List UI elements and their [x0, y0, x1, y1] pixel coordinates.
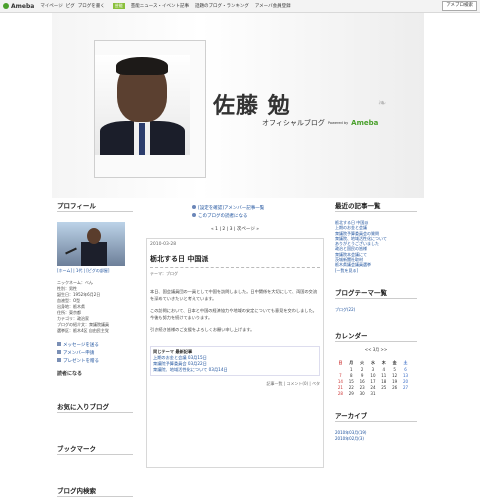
- theme-list: ブログ(22): [335, 307, 417, 312]
- view-all-link[interactable]: [一覧を見る]: [335, 268, 417, 273]
- category-badge[interactable]: 芸能: [112, 3, 125, 9]
- profile-buttons: メッセージを送る アメンバー申請 プレゼントを贈る: [57, 342, 133, 366]
- blog-search-button[interactable]: アメブロ検索: [442, 1, 477, 11]
- theme-link[interactable]: ブログ(22): [335, 307, 417, 312]
- post-title[interactable]: 栃北する日 中国派: [150, 254, 320, 268]
- calendar-day[interactable]: 29: [346, 390, 357, 396]
- theme-list-heading: ブログテーマ一覧: [335, 287, 417, 299]
- amember-list-link[interactable]: [設定を確認]アメンバー記事一覧: [192, 205, 324, 213]
- weekday: 水: [370, 359, 375, 365]
- calendar-month-nav[interactable]: << 3月 >>: [335, 347, 417, 353]
- portrait-photo: [95, 55, 190, 155]
- calendar-weekday-row: 日 月 火 水 木 金 土: [335, 359, 411, 366]
- archive-heading: アーカイブ: [335, 410, 417, 423]
- calendar-day[interactable]: 30: [357, 390, 368, 396]
- archive-list: 2010年03月(19) 2010年02月(3): [335, 430, 417, 441]
- calendar-day[interactable]: [378, 390, 389, 396]
- blog-search-heading: ブログ内検索: [57, 485, 133, 497]
- send-message-button[interactable]: メッセージを送る: [57, 342, 133, 350]
- recent-posts-heading: 最近の記事一覧: [335, 200, 417, 212]
- news-link[interactable]: 芸能ニュース・イベント記事: [131, 3, 189, 9]
- blog-subtitle: オフィシャルブログ Powered by Ameba: [262, 118, 378, 128]
- amember-icon: [57, 350, 61, 354]
- weekday: 土: [403, 359, 408, 365]
- powered-by-label: Powered by: [327, 121, 349, 125]
- top-right: アメブロ検索: [442, 1, 477, 11]
- weekday: 火: [360, 359, 365, 365]
- archive-link[interactable]: 2010年02月(3): [335, 436, 417, 441]
- post-body: 本日、国会議員団の一員として中国を訪問しました。日中関係を大切にして、両国の交流…: [150, 289, 320, 334]
- portrait-hair: [116, 57, 168, 75]
- main-content: [設定を確認]アメンバー記事一覧 このブログの読者になる « 1 | 2 | 3…: [146, 205, 324, 468]
- related-post-link[interactable]: 衆議院、地域活性化について 03月14日: [153, 367, 317, 373]
- blog-post: 2010-03-28 栃北する日 中国派 テーマ：ブログ 本日、国会議員団の一員…: [146, 238, 324, 468]
- post-theme[interactable]: テーマ：ブログ: [150, 271, 320, 277]
- blog-title[interactable]: 佐藤 勉: [213, 88, 291, 120]
- bookmark-heading: ブックマーク: [57, 443, 133, 455]
- calendar-day[interactable]: [400, 390, 411, 396]
- left-sidebar: プロフィール [ホーム] | 1代 | [ピグの部屋] ニックネーム：べん 性別…: [57, 200, 133, 497]
- ameba-logo[interactable]: Ameba: [3, 3, 34, 10]
- profile-head-shape: [87, 228, 101, 244]
- related-posts: 同じテーマ 最新記事 上期のお金と会議 03月15日 衆議院予算委員会 03月2…: [150, 345, 320, 376]
- profile-links[interactable]: [ホーム] | 1代 | [ピグの部屋]: [57, 268, 133, 274]
- post-date: 2010-03-28: [150, 242, 177, 247]
- ameba-logo-icon: [3, 3, 9, 9]
- notice-links: [設定を確認]アメンバー記事一覧 このブログの読者になる: [192, 205, 324, 221]
- recent-posts-list: 栃北する日 中国派 上期のお金と会議 衆議院予算委員会の質問 衆議院、地域活性化…: [335, 220, 417, 273]
- become-reader-button[interactable]: 読者になる: [57, 370, 133, 377]
- present-icon: [57, 358, 61, 362]
- calendar-day[interactable]: [389, 390, 400, 396]
- top-navigation-bar: Ameba マイページ ピグ ブログを書く 芸能 芸能ニュース・イベント記事 話…: [0, 0, 480, 13]
- mypage-link[interactable]: マイページ: [40, 3, 62, 9]
- decorative-ornament-icon: ❧: [378, 98, 387, 109]
- calendar-day[interactable]: 31: [368, 390, 379, 396]
- powered-by-brand: Ameba: [351, 119, 379, 127]
- send-present-button[interactable]: プレゼントを贈る: [57, 358, 133, 366]
- amember-request-button[interactable]: アメンバー申請: [57, 350, 133, 358]
- profile-heading: プロフィール: [57, 200, 133, 212]
- weekday: 日: [338, 359, 343, 365]
- post-paragraph: この訪問において、日本と中国の経済協力や地域の安定についても意見を交わしました。…: [150, 308, 317, 320]
- subtitle-text: オフィシャルブログ: [262, 119, 325, 127]
- weekday: 木: [381, 359, 386, 365]
- subscribe-link[interactable]: このブログの読者になる: [192, 213, 324, 221]
- ranking-link[interactable]: 話題のブログ・ランキング: [195, 3, 249, 9]
- right-sidebar: 最近の記事一覧 栃北する日 中国派 上期のお金と会議 衆議院予算委員会の質問 衆…: [335, 200, 417, 441]
- pagination[interactable]: « 1 | 2 | 3 | 次ページ »: [146, 226, 324, 232]
- top-links: マイページ ピグ ブログを書く: [40, 3, 104, 9]
- register-link[interactable]: アメーバ会員登録: [255, 3, 291, 9]
- calendar-day[interactable]: 28: [335, 390, 346, 396]
- portrait-tie: [139, 123, 145, 155]
- favorite-blogs-heading: お気に入りブログ: [57, 401, 133, 413]
- calendar-heading: カレンダー: [335, 330, 417, 343]
- microphone-shape: [65, 247, 77, 255]
- profile-line: 選挙区：栃木4区 自由民主党: [57, 328, 109, 333]
- top-middle: 芸能 芸能ニュース・イベント記事 話題のブログ・ランキング アメーバ会員登録: [112, 3, 291, 9]
- profile-image[interactable]: [57, 222, 125, 266]
- message-icon: [57, 342, 61, 346]
- post-paragraph: 本日、国会議員団の一員として中国を訪問しました。日中関係を大切にして、両国の交流…: [150, 289, 318, 301]
- subscribe-icon: [192, 213, 196, 217]
- weekday: 月: [349, 359, 354, 365]
- post-footer[interactable]: 記事一覧 | コメント(0) | ペタ: [150, 381, 320, 387]
- weekday: 金: [392, 359, 397, 365]
- profile-body-shape: [81, 242, 107, 266]
- pigg-link[interactable]: ピグ: [66, 3, 75, 9]
- calendar-table: 日 月 火 水 木 金 土 123456 7 8 9 10 11 12 13 14 15 16 1…: [335, 359, 411, 396]
- write-blog-link[interactable]: ブログを書く: [78, 3, 105, 9]
- post-paragraph: 引き続き皆様のご支援をよろしくお願い申し上げます。: [150, 327, 255, 332]
- calendar-week: 28 29 30 31: [335, 390, 411, 396]
- notice-icon: [192, 205, 196, 209]
- profile-text: ニックネーム：べん 性別：男性 誕生日：1952年6月2日 血液型：O型 出身地…: [57, 280, 133, 334]
